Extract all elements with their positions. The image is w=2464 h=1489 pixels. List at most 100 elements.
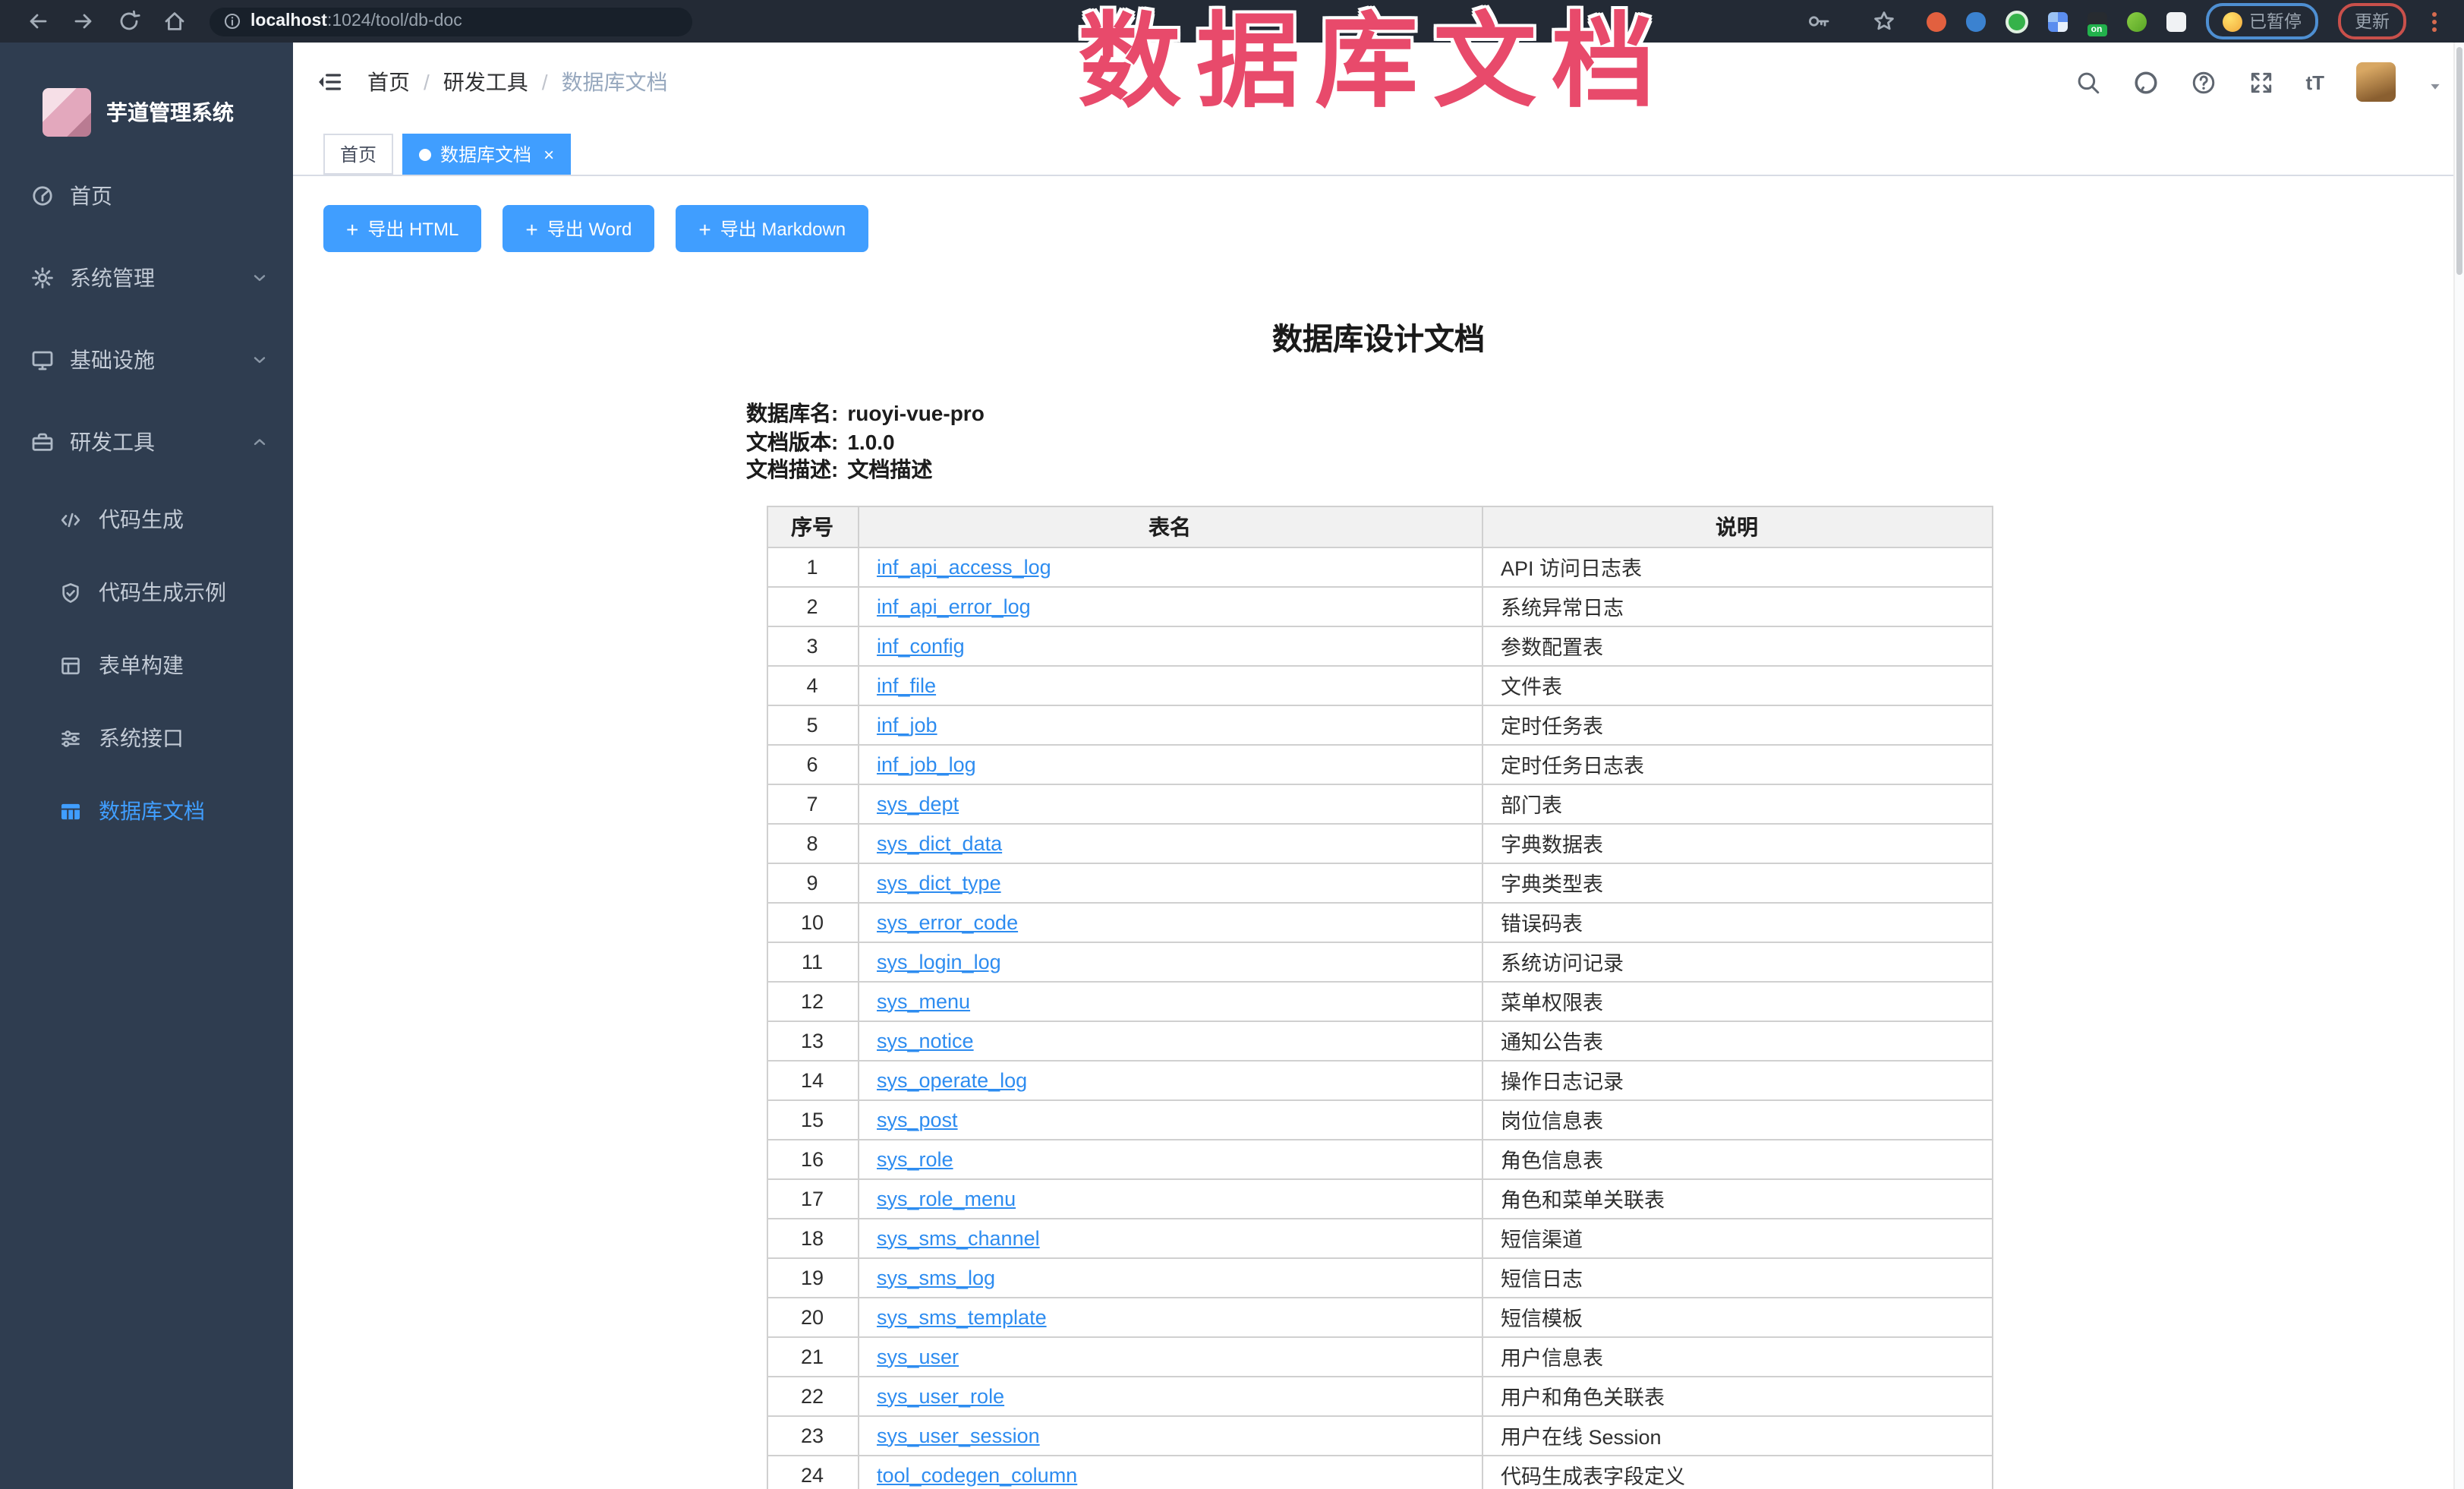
- sidebar-subitem[interactable]: 数据库文档: [0, 774, 293, 847]
- bookmark-star-icon[interactable]: [1871, 9, 1895, 33]
- user-avatar[interactable]: [2356, 62, 2396, 102]
- table-name-link[interactable]: sys_user_role: [877, 1384, 1004, 1407]
- main-area: 首页/研发工具/数据库文档 tT 首页数据库文档× +导出 HTML+导出 Wo…: [293, 43, 2464, 1489]
- sliders-icon: [59, 727, 82, 749]
- address-bar[interactable]: localhost:1024/tool/db-doc: [210, 7, 692, 36]
- export-button[interactable]: +导出 HTML: [323, 205, 481, 252]
- table-desc-cell: 字典数据表: [1482, 823, 1992, 863]
- breadcrumb-item[interactable]: 研发工具: [443, 67, 528, 97]
- table-name-cell: sys_login_log: [858, 942, 1482, 981]
- extension-icon[interactable]: [2166, 11, 2185, 31]
- scrollbar-thumb[interactable]: [2456, 47, 2462, 275]
- table-row: 8sys_dict_data字典数据表: [767, 823, 1992, 863]
- tab-item[interactable]: 首页: [323, 134, 393, 175]
- sidebar-subitem[interactable]: 表单构建: [0, 629, 293, 702]
- table-row: 15sys_post岗位信息表: [767, 1099, 1992, 1139]
- table-name-link[interactable]: sys_login_log: [877, 950, 1001, 973]
- doc-meta-value: 1.0.0: [847, 429, 894, 453]
- breadcrumb-item[interactable]: 首页: [367, 67, 410, 97]
- table-name-link[interactable]: inf_job_log: [877, 752, 976, 775]
- github-icon[interactable]: [2132, 69, 2158, 95]
- table-name-link[interactable]: sys_notice: [877, 1029, 974, 1052]
- close-icon[interactable]: ×: [544, 145, 554, 163]
- sidebar-subitem[interactable]: 代码生成示例: [0, 556, 293, 629]
- browser-menu-icon[interactable]: [2432, 19, 2437, 24]
- table-name-link[interactable]: sys_role: [877, 1147, 953, 1170]
- table-row: 11sys_login_log系统访问记录: [767, 942, 1992, 981]
- sidebar-item-label: 研发工具: [70, 427, 155, 457]
- row-index-cell: 6: [767, 744, 858, 784]
- table-name-link[interactable]: sys_user: [877, 1345, 959, 1368]
- sidebar-item[interactable]: 首页: [0, 155, 293, 237]
- table-name-link[interactable]: sys_sms_log: [877, 1266, 995, 1289]
- table-name-link[interactable]: sys_operate_log: [877, 1068, 1027, 1091]
- table-name-link[interactable]: sys_sms_template: [877, 1305, 1047, 1328]
- screenshot-root: localhost:1024/tool/db-doc on 已暂停 更新: [0, 0, 2464, 1489]
- export-toolbar: +导出 HTML +导出 Word +导出 Markdown: [293, 176, 2464, 252]
- font-size-icon[interactable]: tT: [2305, 69, 2324, 95]
- table-row: 16sys_role角色信息表: [767, 1139, 1992, 1178]
- export-button[interactable]: +导出 Word: [503, 205, 654, 252]
- browser-home-icon[interactable]: [162, 9, 187, 33]
- table-name-link[interactable]: inf_api_access_log: [877, 555, 1051, 578]
- sidebar-item[interactable]: 研发工具: [0, 401, 293, 483]
- table-name-link[interactable]: sys_sms_channel: [877, 1226, 1040, 1249]
- extension-icon[interactable]: on: [2087, 11, 2106, 31]
- extension-icon[interactable]: [2126, 11, 2146, 31]
- table-name-link[interactable]: inf_config: [877, 634, 965, 657]
- back-icon[interactable]: [26, 9, 50, 33]
- table-desc-cell: 短信模板: [1482, 1297, 1992, 1336]
- extension-icon[interactable]: [1926, 11, 1946, 31]
- table-name-link[interactable]: sys_role_menu: [877, 1187, 1016, 1210]
- chevron-down-icon[interactable]: [2428, 74, 2443, 90]
- table-row: 2inf_api_error_log系统异常日志: [767, 586, 1992, 626]
- tab-active[interactable]: 数据库文档×: [402, 134, 571, 175]
- table-name-link[interactable]: inf_file: [877, 674, 936, 696]
- row-index-cell: 12: [767, 981, 858, 1021]
- table-name-link[interactable]: inf_api_error_log: [877, 595, 1031, 617]
- table-name-link[interactable]: sys_error_code: [877, 910, 1018, 933]
- extension-icon[interactable]: [2005, 10, 2028, 33]
- row-index-cell: 11: [767, 942, 858, 981]
- extension-icon[interactable]: [2047, 11, 2067, 31]
- table-desc-cell: 短信渠道: [1482, 1218, 1992, 1257]
- scrollbar[interactable]: [2453, 43, 2464, 1489]
- info-icon[interactable]: [223, 12, 241, 30]
- table-desc-cell: 参数配置表: [1482, 626, 1992, 665]
- update-button[interactable]: 更新: [2338, 3, 2406, 39]
- gear-icon: [30, 266, 55, 290]
- refresh-icon[interactable]: [117, 9, 141, 33]
- update-label: 更新: [2355, 9, 2390, 33]
- table-desc-cell: 部门表: [1482, 784, 1992, 823]
- key-icon[interactable]: [1806, 9, 1830, 33]
- table-desc-cell: 角色信息表: [1482, 1139, 1992, 1178]
- table-name-link[interactable]: inf_job: [877, 713, 937, 736]
- paused-extension-badge[interactable]: 已暂停: [2205, 3, 2318, 39]
- table-name-link[interactable]: sys_dict_type: [877, 871, 1001, 894]
- browser-chrome: localhost:1024/tool/db-doc on 已暂停 更新: [0, 0, 2464, 43]
- breadcrumb: 首页/研发工具/数据库文档: [367, 67, 668, 97]
- table-desc-cell: API 访问日志表: [1482, 547, 1992, 586]
- table-row: 20sys_sms_template短信模板: [767, 1297, 1992, 1336]
- table-name-link[interactable]: sys_dept: [877, 792, 959, 815]
- code-icon: [59, 508, 82, 531]
- sidebar-subitem[interactable]: 系统接口: [0, 702, 293, 774]
- forward-icon[interactable]: [71, 9, 96, 33]
- table-name-link[interactable]: sys_menu: [877, 989, 970, 1012]
- monitor-icon: [30, 348, 55, 372]
- extension-icon[interactable]: [1965, 11, 1985, 31]
- export-button[interactable]: +导出 Markdown: [676, 205, 868, 252]
- sidebar-subitem[interactable]: 代码生成: [0, 483, 293, 556]
- sidebar-item[interactable]: 基础设施: [0, 319, 293, 401]
- sidebar-item[interactable]: 系统管理: [0, 237, 293, 319]
- table-name-link[interactable]: tool_codegen_column: [877, 1463, 1077, 1486]
- help-icon[interactable]: [2190, 69, 2216, 95]
- fullscreen-icon[interactable]: [2248, 69, 2273, 95]
- row-index-cell: 4: [767, 665, 858, 705]
- search-icon[interactable]: [2075, 69, 2100, 95]
- table-name-link[interactable]: sys_post: [877, 1108, 958, 1131]
- sidebar-toggle-icon[interactable]: [316, 68, 343, 96]
- table-name-link[interactable]: sys_user_session: [877, 1424, 1040, 1446]
- table-name-link[interactable]: sys_dict_data: [877, 831, 1002, 854]
- sidebar-subitem-label: 表单构建: [99, 650, 184, 680]
